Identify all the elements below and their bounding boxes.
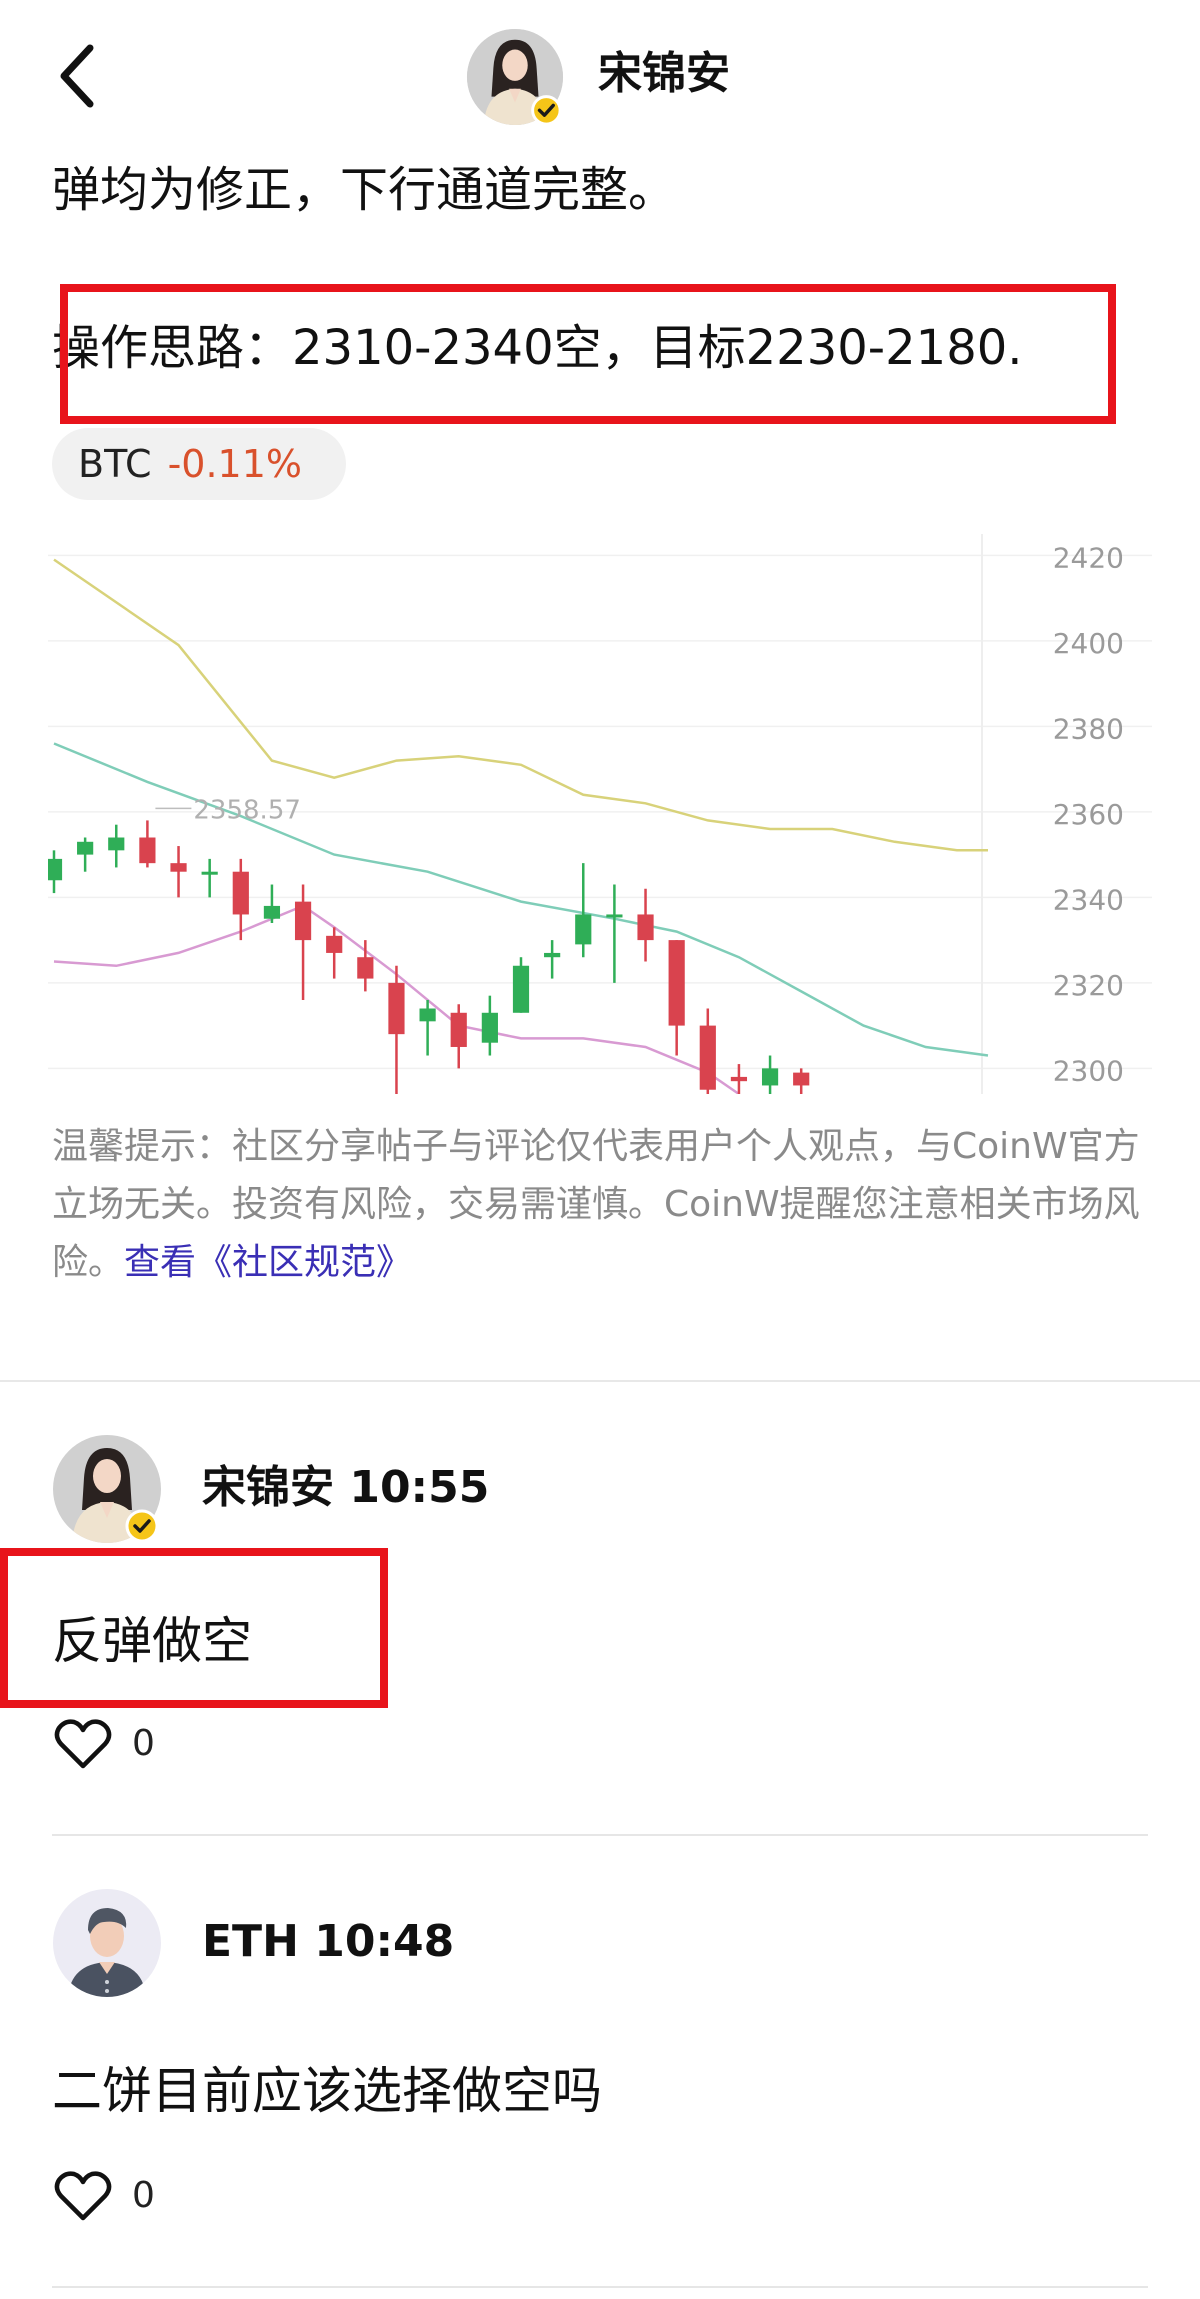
comment-author[interactable]: 宋锦安: [202, 1462, 334, 1513]
like-count: 0: [132, 2175, 155, 2216]
candle-body: [481, 1012, 498, 1043]
candle-body: [575, 914, 592, 945]
candle-body: [201, 871, 218, 875]
like-button[interactable]: 0: [54, 2170, 155, 2222]
comment-author[interactable]: ETH: [202, 1916, 299, 1967]
candle-body: [730, 1076, 748, 1082]
like-button[interactable]: 0: [54, 1718, 155, 1770]
y-tick-label: 2380: [1053, 712, 1124, 745]
author-avatar[interactable]: [466, 28, 564, 126]
comment-avatar[interactable]: [52, 1434, 162, 1544]
y-tick-label: 2360: [1053, 798, 1124, 831]
y-tick-label: 2340: [1053, 883, 1124, 916]
comment-time: 10:55: [349, 1462, 490, 1513]
candle-body: [637, 914, 654, 941]
heart-outline-icon: [54, 2171, 112, 2221]
candle-body: [388, 982, 405, 1035]
candle-body: [170, 863, 187, 872]
y-tick-label: 2320: [1053, 969, 1124, 1002]
chevron-left-icon: [60, 44, 94, 108]
coin-symbol: BTC: [78, 442, 152, 486]
y-tick-label: 2400: [1053, 627, 1124, 660]
comment-time: 10:48: [314, 1916, 455, 1967]
divider: [0, 1380, 1200, 1382]
comment-meta: ETH 10:48: [202, 1912, 454, 1972]
candle-body: [450, 1012, 467, 1047]
disclaimer: 温馨提示：社区分享帖子与评论仅代表用户个人观点，与CoinW官方立场无关。投资有…: [52, 1118, 1156, 1292]
comment-meta: 宋锦安 10:55: [202, 1458, 489, 1518]
candle-body: [357, 957, 374, 979]
high-price-label: 2358.57: [193, 795, 301, 825]
candle-body: [294, 901, 312, 941]
candle-body: [606, 914, 623, 918]
like-count: 0: [132, 1723, 155, 1764]
y-tick-label: 2420: [1053, 541, 1124, 574]
divider: [52, 2286, 1148, 2288]
candle-body: [419, 1008, 436, 1022]
author-name[interactable]: 宋锦安: [598, 44, 730, 104]
highlight-box: [60, 284, 1116, 424]
verified-badge-icon: [125, 1509, 159, 1543]
candle-body: [77, 841, 94, 855]
candle-body: [326, 935, 343, 953]
comment-avatar[interactable]: [52, 1888, 162, 1998]
candle-body: [512, 965, 530, 1013]
candle-body: [793, 1072, 810, 1086]
post-text-line: 弹均为修正，下行通道完整。: [52, 162, 677, 218]
heart-outline-icon: [54, 1719, 112, 1769]
coin-tag[interactable]: BTC -0.11%: [52, 428, 346, 500]
candle-body: [232, 871, 249, 915]
back-button[interactable]: [50, 36, 110, 116]
divider: [52, 1834, 1148, 1836]
price-chart: 2420 2400 2380 2360 2340 2320 2300 2358.57: [48, 534, 1152, 1094]
candle-body: [139, 837, 156, 864]
candle-body: [699, 1025, 716, 1090]
community-rules-link[interactable]: 查看《社区规范》: [124, 1242, 412, 1283]
y-tick-label: 2300: [1053, 1054, 1124, 1087]
candle-body: [761, 1068, 779, 1086]
top-bar: 宋锦安: [0, 0, 1200, 150]
candle-body: [263, 905, 281, 919]
candle-body: [48, 858, 63, 881]
verified-badge-icon: [531, 95, 562, 126]
candle-body: [544, 952, 561, 958]
comment-text: 二饼目前应该选择做空吗: [52, 2062, 602, 2120]
candle-body: [668, 940, 685, 1026]
coin-change: -0.11%: [167, 442, 303, 486]
candle-body: [108, 837, 125, 851]
highlight-box: [0, 1548, 388, 1708]
